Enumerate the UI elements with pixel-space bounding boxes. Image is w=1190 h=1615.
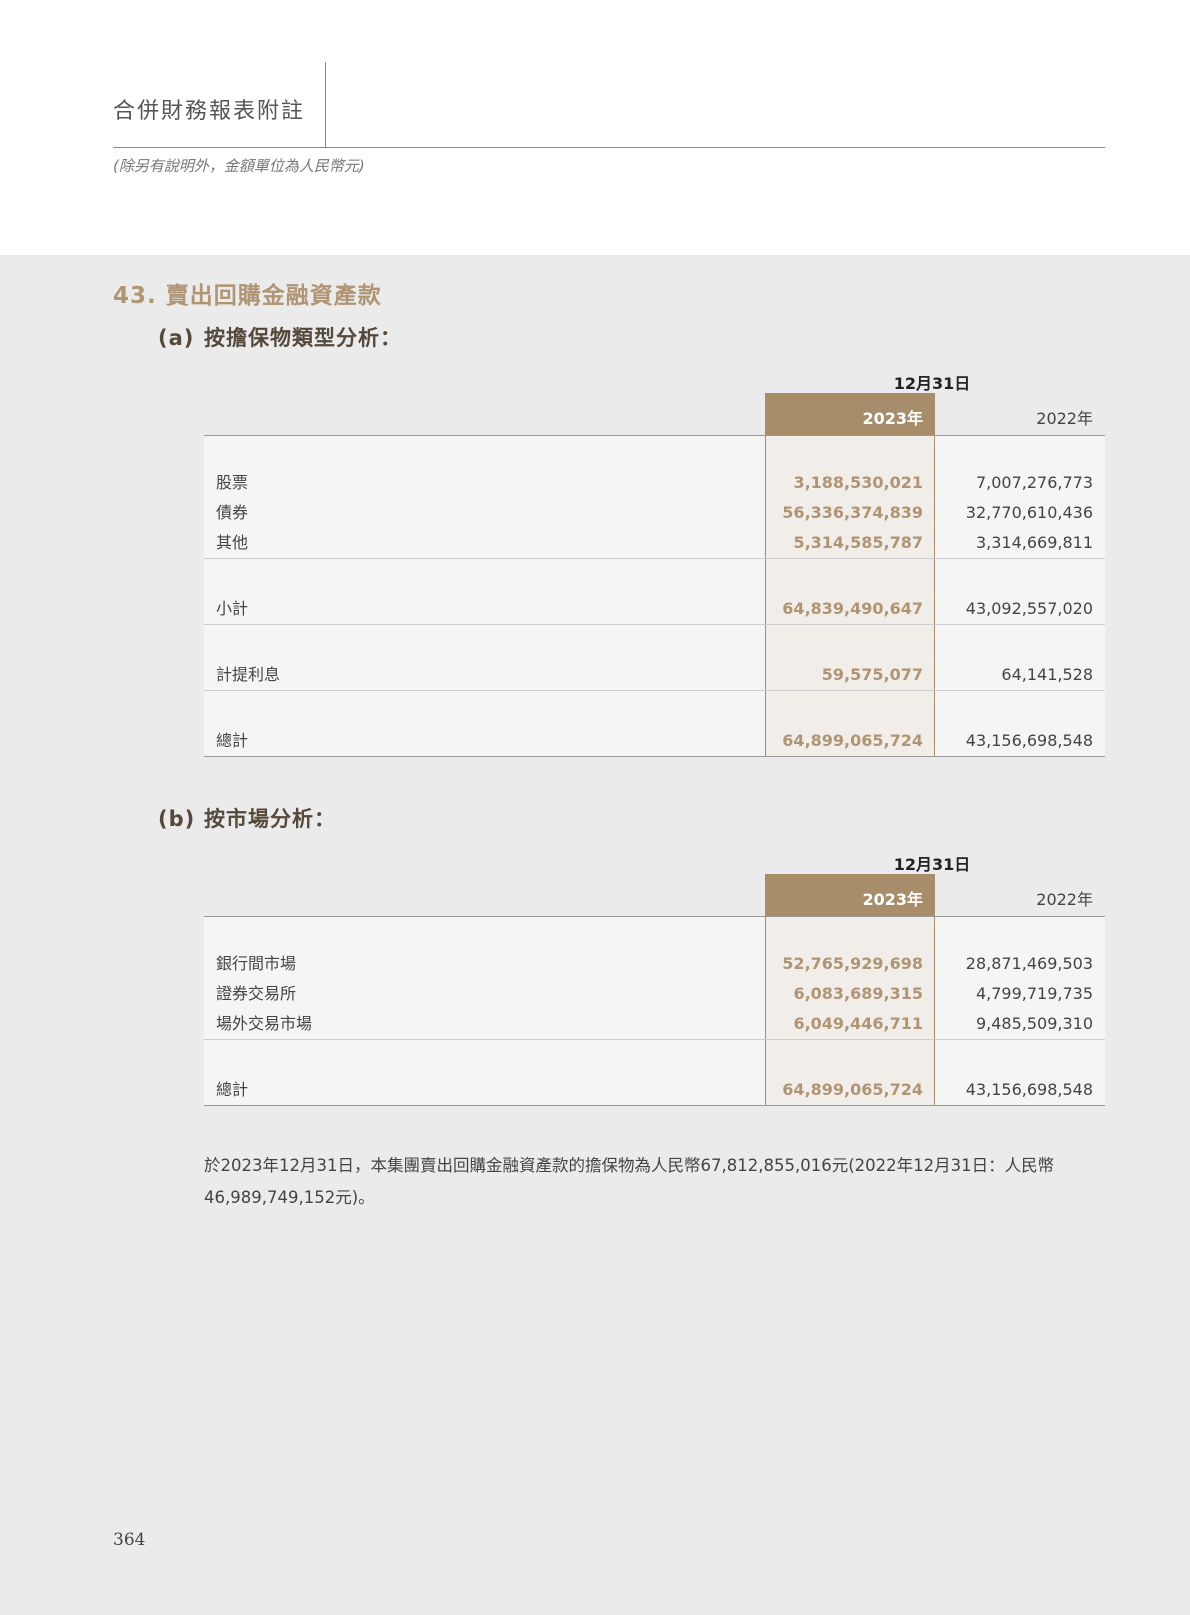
table-row: 場外交易市場 6,049,446,711 9,485,509,310: [204, 1009, 1105, 1039]
value-2023: 64,899,065,724: [782, 1080, 923, 1099]
table-a-col-2022: 2022年: [1036, 409, 1093, 428]
subsection-a-label: (a): [158, 326, 195, 350]
value-2022: 32,770,610,436: [965, 503, 1093, 522]
subsection-a-text: 按擔保物類型分析：: [204, 326, 402, 350]
row-label: 銀行間市場: [216, 954, 297, 973]
table-b-date-header: 12月31日: [893, 855, 971, 874]
value-2023: 6,049,446,711: [793, 1014, 923, 1033]
document-title: 合併財務報表附註: [113, 99, 306, 124]
table-row: 其他 5,314,585,787 3,314,669,811: [204, 528, 1105, 558]
subsection-b-text: 按市場分析：: [204, 807, 336, 831]
header-divider-vertical: [325, 62, 326, 147]
value-2022: 28,871,469,503: [965, 954, 1093, 973]
value-2023: 64,899,065,724: [782, 731, 923, 750]
row-label: 小計: [216, 599, 249, 618]
table-row: 計提利息 59,575,077 64,141,528: [204, 660, 1105, 690]
table-row: 總計 64,899,065,724 43,156,698,548: [204, 1075, 1105, 1105]
table-a-date-header: 12月31日: [893, 374, 971, 393]
table-a-header-row: 2023年 2022年: [204, 393, 1105, 436]
row-label: 其他: [216, 533, 249, 552]
page-number: 364: [113, 1530, 146, 1550]
row-label: 證券交易所: [216, 984, 297, 1003]
section-title: 43. 賣出回購金融資產款: [113, 283, 382, 309]
table-a-group: 股票 3,188,530,021 7,007,276,773 債券 56,336…: [204, 436, 1105, 559]
table-b-group: 銀行間市場 52,765,929,698 28,871,469,503 證券交易…: [204, 917, 1105, 1040]
value-2022: 43,156,698,548: [965, 1080, 1093, 1099]
table-row: 債券 56,336,374,839 32,770,610,436: [204, 498, 1105, 528]
table-b: 2023年 2022年 銀行間市場 52,765,929,698 28,871,…: [204, 874, 1105, 1106]
row-label: 總計: [216, 731, 249, 750]
table-row: 證券交易所 6,083,689,315 4,799,719,735: [204, 979, 1105, 1009]
value-2022: 64,141,528: [1001, 665, 1093, 684]
table-row: 股票 3,188,530,021 7,007,276,773: [204, 468, 1105, 498]
row-label: 計提利息: [216, 665, 281, 684]
value-2023: 59,575,077: [821, 665, 923, 684]
value-2022: 43,092,557,020: [965, 599, 1093, 618]
value-2023: 3,188,530,021: [793, 473, 923, 492]
collateral-note: 於2023年12月31日，本集團賣出回購金融資產款的擔保物為人民幣67,812,…: [204, 1156, 1055, 1207]
value-2022: 7,007,276,773: [975, 473, 1093, 492]
value-2022: 9,485,509,310: [975, 1014, 1093, 1033]
table-b-col-2023: 2023年: [765, 874, 935, 916]
table-a: 2023年 2022年 股票 3,188,530,021 7,007,276,7…: [204, 393, 1105, 757]
table-b-col-2022: 2022年: [1036, 890, 1093, 909]
value-2022: 4,799,719,735: [975, 984, 1093, 1003]
row-label: 總計: [216, 1080, 249, 1099]
value-2022: 3,314,669,811: [975, 533, 1093, 552]
table-a-body: 股票 3,188,530,021 7,007,276,773 債券 56,336…: [204, 436, 1105, 757]
value-2023: 52,765,929,698: [782, 954, 923, 973]
row-label: 場外交易市場: [216, 1014, 313, 1033]
value-2023: 5,314,585,787: [793, 533, 923, 552]
page-header-area: 合併財務報表附註 (除另有說明外，金額單位為人民幣元): [0, 0, 1190, 255]
row-label: 債券: [216, 503, 249, 522]
table-b-header-row: 2023年 2022年: [204, 874, 1105, 917]
table-row: 小計 64,839,490,647 43,092,557,020: [204, 594, 1105, 624]
value-2023: 6,083,689,315: [793, 984, 923, 1003]
value-2022: 43,156,698,548: [965, 731, 1093, 750]
subsection-b-label: (b): [158, 807, 196, 831]
table-row: 總計 64,899,065,724 43,156,698,548: [204, 726, 1105, 756]
table-row: 銀行間市場 52,765,929,698 28,871,469,503: [204, 949, 1105, 979]
subsection-a-title: (a) 按擔保物類型分析：: [158, 322, 402, 352]
table-a-group: 小計 64,839,490,647 43,092,557,020: [204, 559, 1105, 625]
header-divider-horizontal: [113, 147, 1105, 148]
value-2023: 56,336,374,839: [782, 503, 923, 522]
table-a-col-2023: 2023年: [765, 393, 935, 435]
table-a-group: 計提利息 59,575,077 64,141,528: [204, 625, 1105, 691]
subsection-b-title: (b) 按市場分析：: [158, 803, 336, 833]
value-2023: 64,839,490,647: [782, 599, 923, 618]
table-b-group: 總計 64,899,065,724 43,156,698,548: [204, 1040, 1105, 1105]
currency-note: (除另有說明外，金額單位為人民幣元): [113, 157, 365, 175]
row-label: 股票: [216, 473, 249, 492]
table-b-body: 銀行間市場 52,765,929,698 28,871,469,503 證券交易…: [204, 917, 1105, 1106]
table-a-group: 總計 64,899,065,724 43,156,698,548: [204, 691, 1105, 756]
